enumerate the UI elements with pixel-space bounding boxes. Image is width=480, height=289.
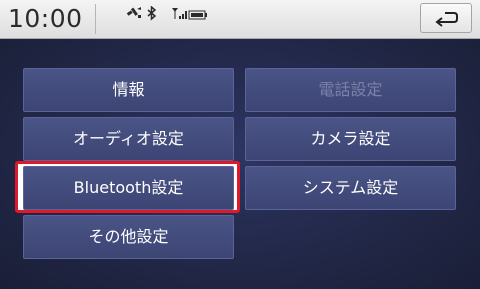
settings-menu: 情報 電話設定 オーディオ設定 カメラ設定 Bluetooth設定 システム設定… <box>0 39 480 289</box>
info-button[interactable]: 情報 <box>23 68 234 112</box>
system-settings-button[interactable]: システム設定 <box>245 166 456 210</box>
bluetooth-icon <box>147 6 157 21</box>
battery-icon <box>188 10 207 20</box>
status-bar: 10:00 <box>0 0 480 39</box>
signal-icon <box>172 8 187 19</box>
divider <box>95 4 96 34</box>
phone-settings-button[interactable]: 電話設定 <box>245 68 456 112</box>
camera-settings-button[interactable]: カメラ設定 <box>245 117 456 161</box>
gps-icon <box>126 7 141 18</box>
audio-settings-button[interactable]: オーディオ設定 <box>23 117 234 161</box>
status-icons <box>125 6 225 21</box>
bluetooth-settings-button[interactable]: Bluetooth設定 <box>23 166 234 210</box>
back-arrow-icon <box>435 12 458 27</box>
back-button[interactable] <box>420 3 472 33</box>
clock: 10:00 <box>8 4 83 33</box>
other-settings-button[interactable]: その他設定 <box>23 215 234 259</box>
